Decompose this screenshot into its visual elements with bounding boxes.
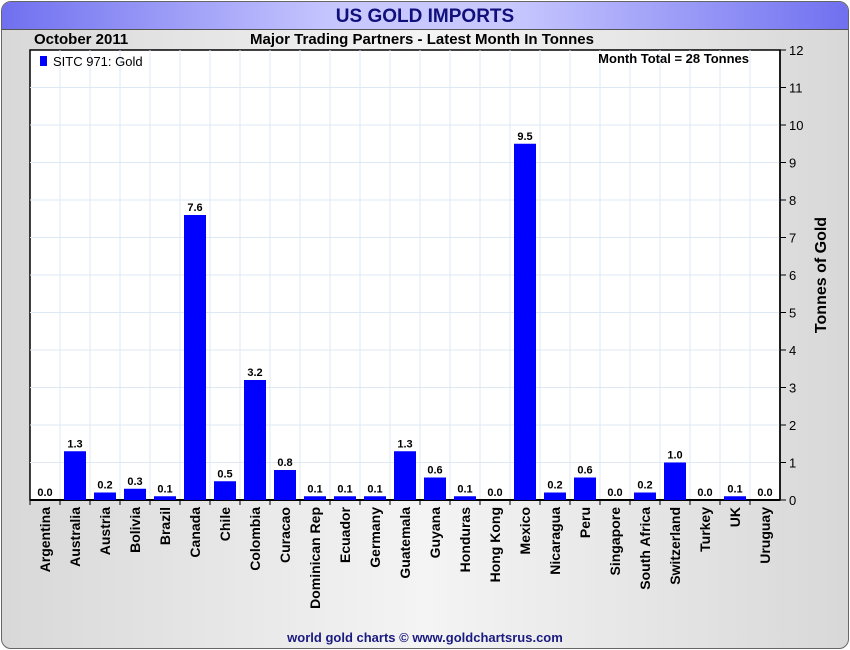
y-tick-label: 4 [789, 343, 796, 358]
y-tick-label: 7 [789, 231, 796, 246]
y-tick-label: 2 [789, 418, 796, 433]
y-tick-label: 1 [789, 456, 796, 471]
data-label: 0.1 [307, 483, 322, 495]
bar [94, 492, 116, 500]
data-label: 1.0 [667, 450, 682, 462]
bar [124, 488, 146, 500]
data-label: 0.1 [727, 483, 742, 495]
bar [304, 496, 326, 500]
x-tick-label: Nicaragua [547, 507, 563, 575]
data-label: 0.1 [457, 483, 472, 495]
bar [214, 481, 236, 500]
bar [544, 492, 566, 500]
bar [454, 496, 476, 500]
x-tick-label: Honduras [457, 507, 473, 573]
x-tick-label: Chile [217, 507, 233, 541]
x-tick-label: UK [727, 507, 743, 527]
y-tick-label: 10 [789, 118, 803, 133]
x-tick-label: Bolivia [127, 507, 143, 553]
x-tick-label: Ecuador [337, 506, 353, 563]
x-tick-label: Canada [187, 507, 203, 558]
data-label: 0.0 [37, 487, 52, 499]
x-tick-label: Argentina [37, 507, 53, 573]
data-label: 0.8 [277, 457, 292, 469]
data-label: 0.1 [157, 483, 172, 495]
data-label: 0.1 [367, 483, 382, 495]
x-tick-label: Curacao [277, 507, 293, 563]
bar [394, 451, 416, 500]
data-label: 0.1 [337, 483, 352, 495]
data-label: 0.3 [127, 476, 142, 488]
x-tick-label: South Africa [637, 507, 653, 590]
x-tick-label: Australia [67, 507, 83, 567]
legend-label: SITC 971: Gold [53, 54, 143, 69]
x-tick-label: Dominican Rep [307, 507, 323, 609]
data-label: 0.0 [757, 487, 772, 499]
bar [274, 470, 296, 500]
data-label: 9.5 [517, 131, 532, 143]
data-label: 0.6 [427, 465, 442, 477]
y-tick-label: 0 [789, 493, 796, 508]
bar [184, 215, 206, 500]
x-tick-label: Turkey [697, 507, 713, 552]
data-label: 0.0 [487, 487, 502, 499]
data-label: 0.0 [607, 487, 622, 499]
data-label: 0.6 [577, 465, 592, 477]
bar [424, 477, 446, 500]
data-label: 3.2 [247, 367, 262, 379]
bar-chart: 01234567891011120.0Argentina1.3Australia… [29, 43, 830, 609]
x-tick-label: Guatemala [397, 507, 413, 579]
bar [664, 462, 686, 500]
bar [574, 477, 596, 500]
x-tick-label: Germany [367, 507, 383, 568]
y-tick-label: 12 [789, 43, 803, 58]
y-tick-label: 5 [789, 306, 796, 321]
bar [724, 496, 746, 500]
x-tick-label: Peru [577, 507, 593, 538]
data-label: 0.5 [217, 468, 232, 480]
x-tick-label: Hong Kong [487, 507, 503, 582]
data-label: 0.2 [547, 480, 562, 492]
bar [514, 143, 536, 500]
x-tick-label: Guyana [427, 507, 443, 559]
x-tick-label: Switzerland [667, 507, 683, 585]
data-label: 1.3 [397, 438, 412, 450]
y-axis-title: Tonnes of Gold [813, 217, 830, 333]
bar [244, 380, 266, 500]
legend-swatch [40, 56, 47, 66]
data-label: 1.3 [67, 438, 82, 450]
y-tick-label: 11 [789, 81, 803, 96]
data-label: 0.2 [97, 480, 112, 492]
bar [154, 496, 176, 500]
month-total-annotation: Month Total = 28 Tonnes [598, 51, 749, 66]
y-tick-label: 6 [789, 268, 796, 283]
footer-credit: world gold charts © www.goldchartsrus.co… [287, 630, 563, 645]
x-tick-label: Singapore [607, 507, 623, 576]
x-tick-label: Brazil [157, 507, 173, 545]
bar [334, 496, 356, 500]
x-tick-label: Mexico [517, 507, 533, 554]
data-label: 0.2 [637, 480, 652, 492]
y-tick-label: 9 [789, 156, 796, 171]
data-label: 7.6 [187, 202, 202, 214]
bar [64, 451, 86, 500]
y-tick-label: 3 [789, 381, 796, 396]
x-tick-label: Colombia [247, 507, 263, 571]
bar [634, 492, 656, 500]
bar [364, 496, 386, 500]
data-label: 0.0 [697, 487, 712, 499]
x-tick-label: Austria [97, 507, 113, 555]
y-tick-label: 8 [789, 193, 796, 208]
x-tick-label: Uruguay [757, 507, 773, 564]
